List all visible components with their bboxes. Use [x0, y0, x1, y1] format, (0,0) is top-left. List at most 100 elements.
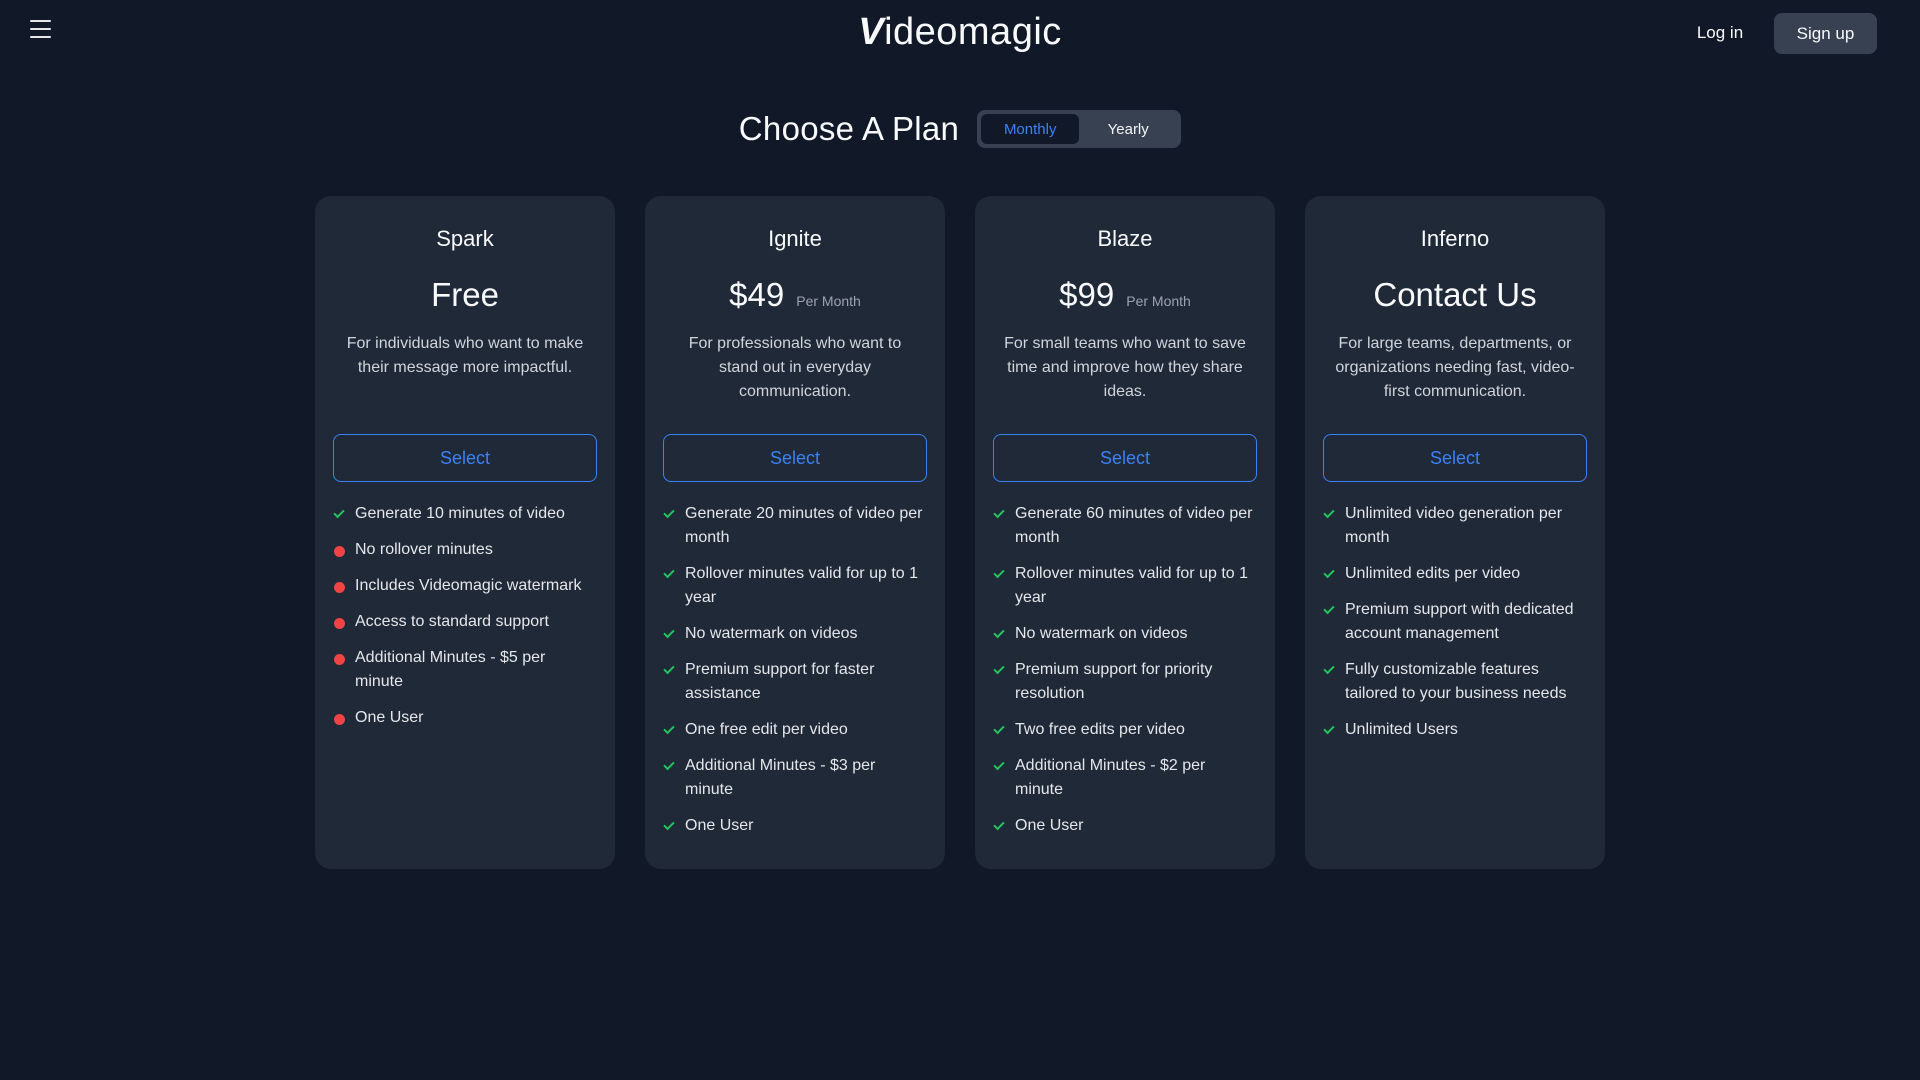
- red-dot-icon: [333, 574, 345, 598]
- price-row: $49 Per Month: [663, 276, 927, 316]
- feature-text: Two free edits per video: [1015, 721, 1185, 738]
- toggle-monthly[interactable]: Monthly: [981, 114, 1080, 144]
- plan-card-spark: Spark Free For individuals who want to mak…: [315, 196, 615, 869]
- feature-item: Includes Videomagic watermark: [333, 574, 597, 598]
- feature-item: Fully customizable features tailored to …: [1323, 658, 1587, 706]
- feature-item: No watermark on videos: [993, 622, 1257, 646]
- red-dot-icon: [333, 646, 345, 670]
- feature-text: One User: [355, 709, 424, 726]
- feature-list: Generate 10 minutes of video No rollover …: [333, 502, 597, 730]
- feature-text: No watermark on videos: [1015, 625, 1188, 642]
- feature-item: Rollover minutes valid for up to 1 year: [663, 562, 927, 610]
- check-icon: [663, 562, 675, 586]
- plan-card-inferno: Inferno Contact Us For large teams, depart…: [1305, 196, 1605, 869]
- feature-item: Additional Minutes - $2 per minute: [993, 754, 1257, 802]
- plan-description: For small teams who want to save time an…: [1004, 335, 1246, 400]
- feature-item: Rollover minutes valid for up to 1 year: [993, 562, 1257, 610]
- feature-text: One free edit per video: [685, 721, 848, 738]
- feature-text: Premium support for priority resolution: [1015, 661, 1213, 702]
- feature-text: Rollover minutes valid for up to 1 year: [1015, 565, 1248, 606]
- feature-text: Additional Minutes - $2 per minute: [1015, 757, 1206, 798]
- feature-text: Unlimited video generation per month: [1345, 505, 1563, 546]
- check-icon: [333, 502, 345, 526]
- feature-item: No watermark on videos: [663, 622, 927, 646]
- price-row: $99 Per Month: [993, 276, 1257, 316]
- feature-item: Generate 20 minutes of video per month: [663, 502, 927, 550]
- page-title: Choose A Plan: [738, 110, 960, 147]
- toggle-yearly[interactable]: Yearly: [1079, 114, 1177, 144]
- feature-text: Premium support for faster assistance: [685, 661, 875, 702]
- select-plan-button[interactable]: Select: [663, 434, 927, 482]
- feature-text: Generate 20 minutes of video per month: [685, 505, 923, 546]
- brand-logo[interactable]: Videomagic: [0, 10, 1920, 54]
- feature-item: Additional Minutes - $5 per minute: [333, 646, 597, 694]
- top-header: Videomagic Log in Sign up: [0, 0, 1920, 66]
- feature-item: One free edit per video: [663, 718, 927, 742]
- plan-description: For professionals who want to stand out …: [688, 335, 902, 400]
- feature-item: Unlimited Users: [1323, 718, 1587, 742]
- feature-text: Unlimited edits per video: [1345, 565, 1521, 582]
- check-icon: [993, 754, 1005, 778]
- feature-item: Unlimited edits per video: [1323, 562, 1587, 586]
- feature-text: No watermark on videos: [685, 625, 858, 642]
- plan-description: For large teams, departments, or organiz…: [1335, 335, 1575, 400]
- check-icon: [1323, 562, 1335, 586]
- check-icon: [993, 562, 1005, 586]
- feature-text: No rollover minutes: [355, 541, 493, 558]
- select-plan-button[interactable]: Select: [1323, 434, 1587, 482]
- billing-toggle: Monthly Yearly: [977, 110, 1182, 148]
- feature-text: Includes Videomagic watermark: [355, 577, 582, 594]
- check-icon: [663, 502, 675, 526]
- check-icon: [663, 754, 675, 778]
- feature-item: Premium support for priority resolution: [993, 658, 1257, 706]
- feature-item: Unlimited video generation per month: [1323, 502, 1587, 550]
- feature-text: Additional Minutes - $5 per minute: [355, 649, 546, 690]
- check-icon: [663, 658, 675, 682]
- feature-list: Generate 20 minutes of video per month Ro…: [663, 502, 927, 838]
- feature-list: Generate 60 minutes of video per month Ro…: [993, 502, 1257, 838]
- check-icon: [993, 658, 1005, 682]
- red-dot-icon: [333, 610, 345, 634]
- check-icon: [993, 622, 1005, 646]
- feature-item: Premium support with dedicated account m…: [1323, 598, 1587, 646]
- check-icon: [993, 502, 1005, 526]
- plan-name: Blaze: [1097, 226, 1153, 251]
- feature-text: Access to standard support: [355, 613, 549, 630]
- red-dot-icon: [333, 538, 345, 562]
- plan-name: Inferno: [1420, 226, 1490, 251]
- price-row: Free: [333, 276, 597, 316]
- plan-price: Contact Us: [1373, 276, 1537, 313]
- feature-text: One User: [1015, 817, 1084, 834]
- plan-price: $49: [729, 276, 785, 313]
- check-icon: [1323, 658, 1335, 682]
- price-period: Per Month: [1126, 293, 1191, 309]
- check-icon: [1323, 718, 1335, 742]
- feature-item: Generate 60 minutes of video per month: [993, 502, 1257, 550]
- login-button[interactable]: Log in: [1680, 13, 1760, 53]
- select-plan-button[interactable]: Select: [993, 434, 1257, 482]
- check-icon: [993, 718, 1005, 742]
- feature-text: Premium support with dedicated account m…: [1345, 601, 1574, 642]
- plan-card-blaze: Blaze $99 Per Month For small teams who wan…: [975, 196, 1275, 869]
- check-icon: [1323, 502, 1335, 526]
- feature-item: Two free edits per video: [993, 718, 1257, 742]
- plan-header: Choose A Plan Monthly Yearly: [0, 104, 1920, 154]
- check-icon: [663, 622, 675, 646]
- check-icon: [993, 814, 1005, 838]
- plan-price: $99: [1059, 276, 1115, 313]
- brand-logo-mark: V: [858, 11, 885, 53]
- brand-logo-text: ideomagic: [884, 11, 1062, 53]
- feature-list: Unlimited video generation per month Unli…: [1323, 502, 1587, 742]
- feature-text: Rollover minutes valid for up to 1 year: [685, 565, 918, 606]
- feature-text: Additional Minutes - $3 per minute: [685, 757, 876, 798]
- price-row: Contact Us: [1323, 276, 1587, 316]
- plan-description: For individuals who want to make their m…: [346, 335, 584, 376]
- signup-button[interactable]: Sign up: [1774, 13, 1877, 54]
- feature-item: Premium support for faster assistance: [663, 658, 927, 706]
- select-plan-button[interactable]: Select: [333, 434, 597, 482]
- feature-item: One User: [333, 706, 597, 730]
- feature-item: No rollover minutes: [333, 538, 597, 562]
- plan-card-ignite: Ignite $49 Per Month For professionals who …: [645, 196, 945, 869]
- plan-name: Spark: [436, 226, 494, 251]
- feature-text: Unlimited Users: [1345, 721, 1458, 738]
